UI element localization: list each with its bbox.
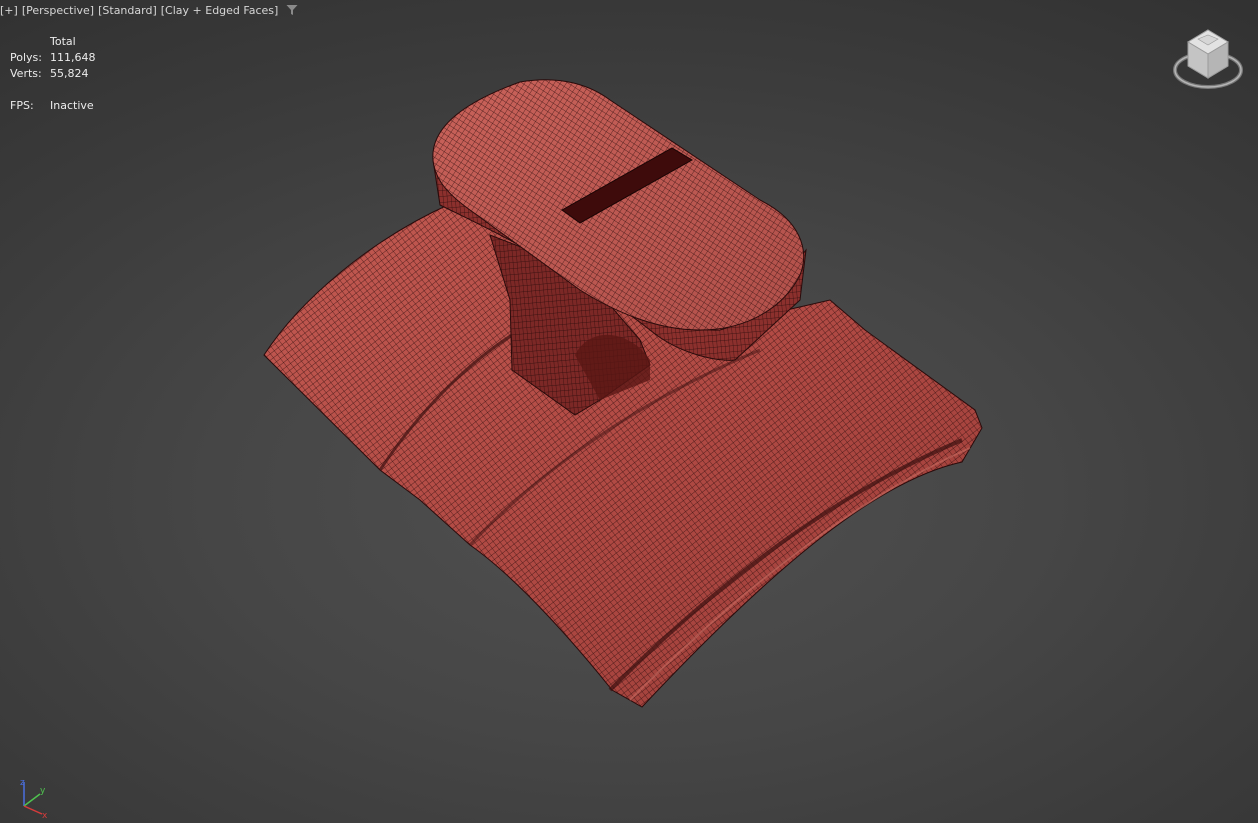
stats-polys-row: Polys: 111,648 xyxy=(10,50,96,66)
3d-mesh-model[interactable] xyxy=(0,0,1258,823)
viewport-display-mode-menu[interactable]: [Clay + Edged Faces] xyxy=(161,4,279,17)
polys-value: 111,648 xyxy=(50,51,96,64)
axis-tripod-icon: z y x xyxy=(20,778,48,820)
verts-value: 55,824 xyxy=(50,67,89,80)
fps-value: Inactive xyxy=(50,99,94,112)
viewport-point-of-view-menu[interactable]: [Perspective] xyxy=(22,4,94,17)
x-axis-line xyxy=(23,805,43,815)
y-axis-label: y xyxy=(40,786,46,796)
viewcube-icon[interactable] xyxy=(1170,26,1246,94)
viewport-general-menu[interactable]: [+] xyxy=(0,4,18,17)
y-axis-line xyxy=(23,793,41,807)
stats-fps-row: FPS: Inactive xyxy=(10,98,96,114)
statistics-overlay: Total Polys: 111,648 Verts: 55,824 FPS: … xyxy=(10,34,96,114)
filter-icon[interactable] xyxy=(286,4,298,16)
stats-header-row: Total xyxy=(10,34,96,50)
stats-verts-row: Verts: 55,824 xyxy=(10,66,96,82)
stats-total-header: Total xyxy=(50,35,76,48)
x-axis-label: x xyxy=(42,811,48,820)
verts-label: Verts: xyxy=(10,67,42,80)
viewport-shading-standard-menu[interactable]: [Standard] xyxy=(98,4,157,17)
perspective-viewport[interactable]: [+] [Perspective] [Standard] [Clay + Edg… xyxy=(0,0,1258,823)
viewport-label-menus: [+] [Perspective] [Standard] [Clay + Edg… xyxy=(0,3,298,17)
fps-label: FPS: xyxy=(10,99,34,112)
polys-label: Polys: xyxy=(10,51,42,64)
z-axis-label: z xyxy=(20,778,25,788)
